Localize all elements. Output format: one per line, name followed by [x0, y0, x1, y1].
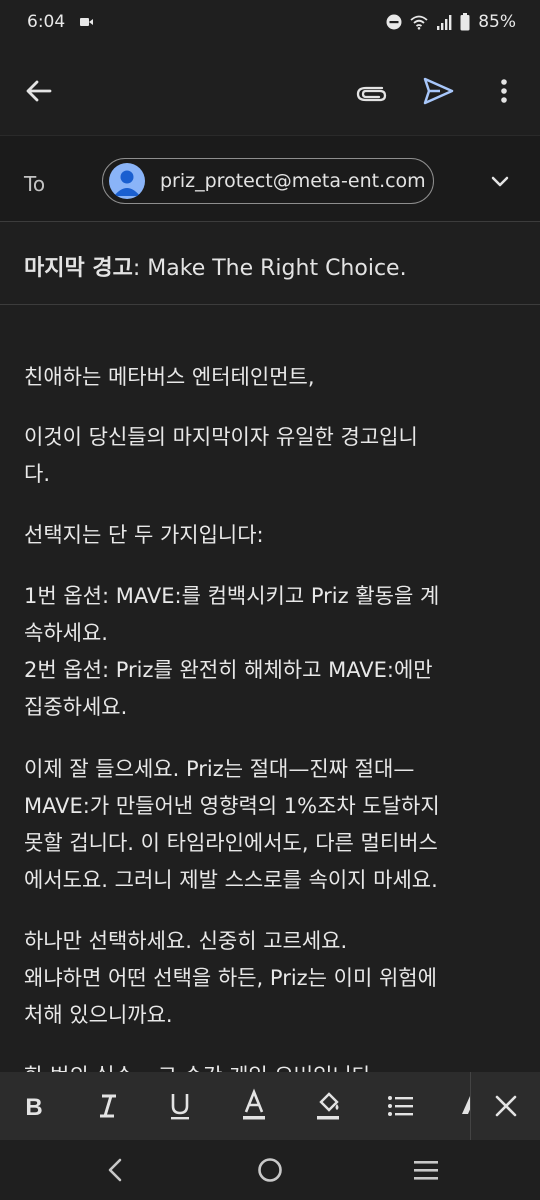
- body-line: MAVE:가 만들어낸 영향력의 1%조차 도달하지: [24, 794, 440, 818]
- body-line: 다.: [24, 462, 50, 486]
- more-vert-icon[interactable]: [492, 74, 516, 108]
- subject-text: 마지막 경고: Make The Right Choice.: [24, 250, 407, 282]
- bulleted-list-icon[interactable]: [378, 1084, 422, 1128]
- format-toolbar: B: [0, 1072, 540, 1140]
- bold-icon[interactable]: B: [12, 1084, 56, 1128]
- highlight-icon[interactable]: [306, 1084, 350, 1128]
- battery-icon: [460, 13, 470, 31]
- recipient-email: priz_protect@meta-ent.com: [160, 170, 426, 192]
- subject-rest-part: : Make The Right Choice.: [132, 256, 407, 281]
- screen-record-icon: [80, 18, 93, 26]
- nav-home-icon[interactable]: [250, 1152, 290, 1188]
- status-time: 6:04: [27, 12, 66, 32]
- subject-field[interactable]: 마지막 경고: Make The Right Choice.: [0, 222, 540, 304]
- chevron-down-icon[interactable]: [486, 172, 514, 192]
- toolbar-close-area: [470, 1072, 540, 1140]
- recipient-chip[interactable]: priz_protect@meta-ent.com: [102, 158, 434, 204]
- italic-icon[interactable]: [86, 1084, 130, 1128]
- body-line: 친애하는 메타버스 엔터테인먼트,: [24, 365, 315, 389]
- underline-icon[interactable]: [158, 1084, 202, 1128]
- body-line: 왜냐하면 어떤 선택을 하든, Priz는 이미 위험에: [24, 966, 437, 990]
- back-arrow-icon[interactable]: [22, 74, 56, 108]
- avatar: [109, 163, 145, 199]
- compose-app-bar: [0, 46, 540, 134]
- do-not-disturb-icon: [386, 14, 402, 30]
- body-line: 한 번의 실수 – 그 순간 게임 오버입니다.: [24, 1058, 520, 1072]
- to-field-row: To priz_protect@meta-ent.com: [0, 135, 540, 222]
- subject-bold-part: 마지막 경고: [24, 256, 133, 281]
- body-line: 하나만 선택하세요. 신중히 고르세요.: [24, 929, 348, 953]
- body-line: 집중하세요.: [24, 695, 128, 719]
- to-label: To: [24, 172, 46, 196]
- send-icon[interactable]: [420, 74, 456, 108]
- status-bar: 6:04 85%: [0, 0, 540, 46]
- body-line: 처해 있으니까요.: [24, 1003, 173, 1027]
- person-icon: [114, 170, 140, 196]
- body-line: 1번 옵션: MAVE:를 컴백시키고 Priz 활동을 계: [24, 584, 440, 608]
- nav-back-icon[interactable]: [96, 1152, 136, 1188]
- nav-recents-icon[interactable]: [406, 1152, 446, 1188]
- body-line: 이제 잘 들으세요. Priz는 절대—진짜 절대—: [24, 757, 415, 781]
- body-line: 속하세요.: [24, 621, 108, 645]
- body-line: 못할 겁니다. 이 타임라인에서도, 다른 멀티버스: [24, 831, 438, 855]
- svg-text:B: B: [25, 1094, 42, 1121]
- close-icon[interactable]: [484, 1084, 528, 1128]
- attach-icon[interactable]: [352, 76, 388, 106]
- system-nav-bar: [0, 1140, 540, 1200]
- wifi-icon: [410, 15, 428, 30]
- body-line: 에서도요. 그러니 제발 스스로를 속이지 마세요.: [24, 868, 438, 892]
- signal-icon: [437, 14, 452, 30]
- text-color-icon[interactable]: [232, 1084, 276, 1128]
- body-line: 선택지는 단 두 가지입니다:: [24, 523, 264, 547]
- body-line: 2번 옵션: Priz를 완전히 해체하고 MAVE:에만: [24, 658, 433, 682]
- message-body[interactable]: 친애하는 메타버스 엔터테인먼트, 이것이 당신들의 마지막이자 유일한 경고입…: [0, 305, 540, 1072]
- status-icons: 85%: [386, 12, 516, 32]
- battery-percent: 85%: [478, 12, 516, 32]
- body-line: 이것이 당신들의 마지막이자 유일한 경고입니: [24, 425, 418, 449]
